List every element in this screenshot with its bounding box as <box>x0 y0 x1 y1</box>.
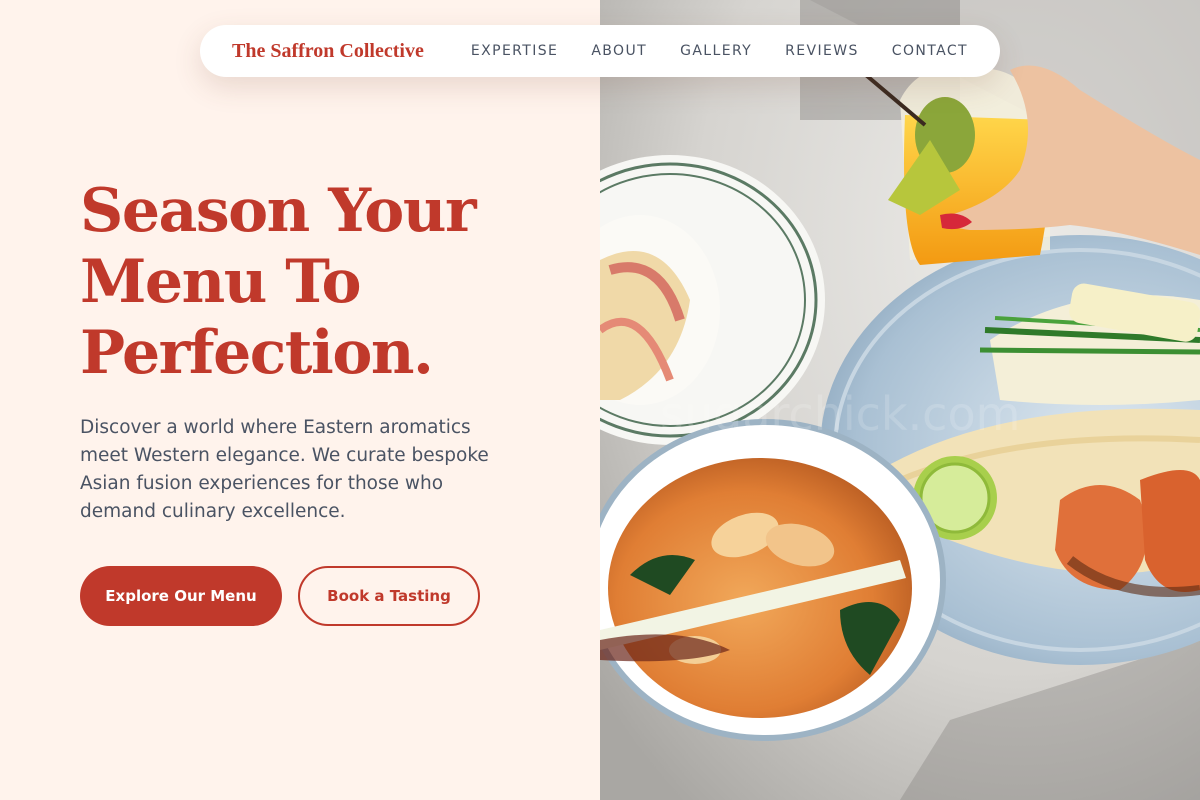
nav-link-gallery[interactable]: GALLERY <box>680 43 752 59</box>
hero-title: Season Your Menu To Perfection. <box>80 176 560 389</box>
svg-text:sugarchick.com: sugarchick.com <box>660 387 1020 441</box>
top-navigation: The Saffron Collective EXPERTISE ABOUT G… <box>200 25 1000 77</box>
nav-link-about[interactable]: ABOUT <box>591 43 647 59</box>
hero-title-line: Menu To <box>80 247 362 317</box>
explore-menu-button[interactable]: Explore Our Menu <box>80 566 282 626</box>
hero-title-line: Perfection. <box>80 318 434 388</box>
hero-left-panel <box>0 0 600 800</box>
hero-title-line: Season Your <box>80 176 477 246</box>
nav-links: EXPERTISE ABOUT GALLERY REVIEWS CONTACT <box>471 43 968 59</box>
brand-logo[interactable]: The Saffron Collective <box>232 40 424 63</box>
nav-link-expertise[interactable]: EXPERTISE <box>471 43 558 59</box>
nav-link-reviews[interactable]: REVIEWS <box>785 43 859 59</box>
hero-food-photo: sugarchick.com <box>600 0 1200 800</box>
book-tasting-button[interactable]: Book a Tasting <box>298 566 480 626</box>
hero-description: Discover a world where Eastern aromatics… <box>80 417 489 522</box>
nav-link-contact[interactable]: CONTACT <box>892 43 968 59</box>
